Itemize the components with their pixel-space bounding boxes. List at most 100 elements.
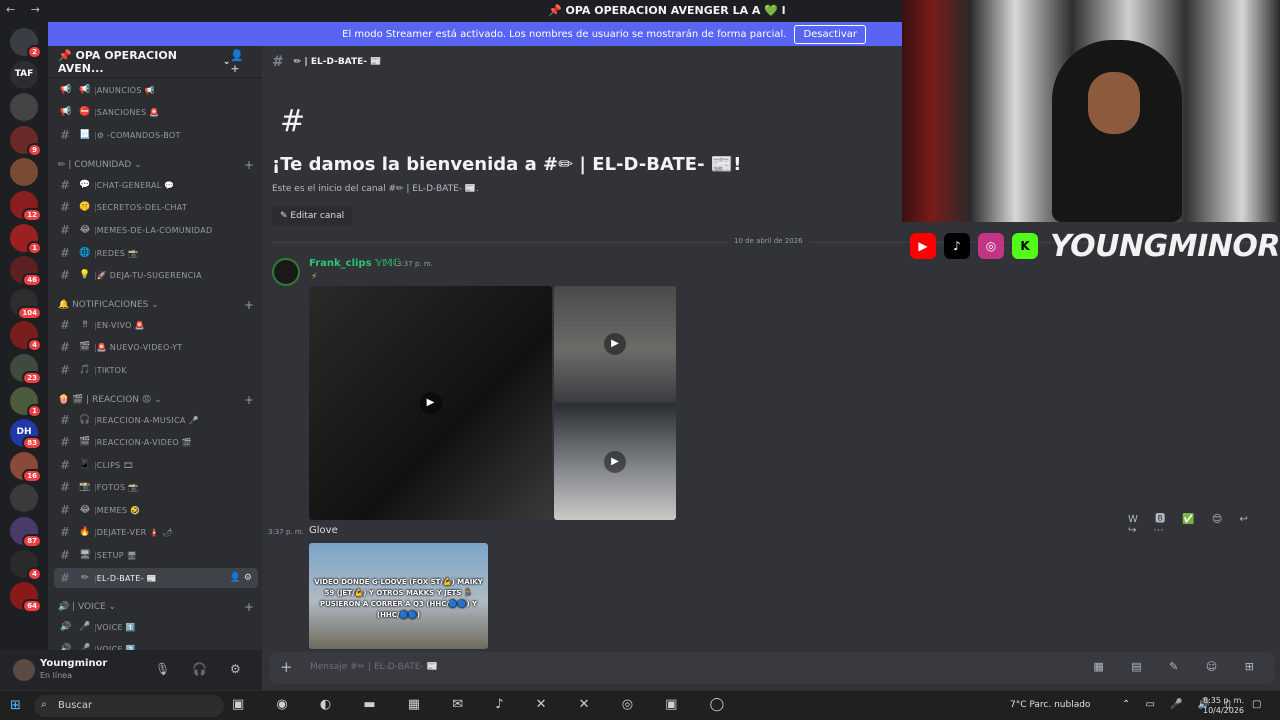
speaker-icon: 🔊 (60, 622, 72, 632)
sidebar-channel[interactable]: # 💬 | CHAT-GENERAL 💬 (54, 175, 258, 195)
server-icon[interactable]: 16 (10, 451, 42, 483)
mention-badge: 16 (22, 468, 42, 483)
channel-label: REACCION-A-VIDEO 🎬 (96, 437, 193, 447)
invite-icon[interactable]: 👤+ (230, 49, 252, 75)
server-icon[interactable] (10, 158, 38, 187)
server-icon[interactable]: TAF (10, 60, 38, 89)
sidebar-channel[interactable]: # 🎵 | TIKTOK (54, 360, 258, 380)
video-attachment[interactable]: ▶ (554, 286, 676, 402)
clock[interactable]: 8:35 p. m. 10/4/2026 (1203, 696, 1244, 716)
play-icon[interactable]: ▶ (419, 392, 442, 414)
mention-badge: 46 (22, 273, 42, 288)
video-attachment[interactable]: ▶ (554, 404, 676, 520)
add-channel-icon[interactable]: + (244, 158, 254, 172)
taskbar-apps[interactable]: ▣ ◉ ◐ ▬ ▦ ✉ ♪ ✕ ✕ ◎ ▣ ◯ (232, 697, 738, 712)
add-channel-icon[interactable]: + (244, 600, 254, 614)
sidebar-channel[interactable]: # 📃 | ⚙ -COMANDOS-BOT (54, 125, 258, 145)
sidebar-channel[interactable]: # ‼ | EN-VIVO 🚨 (54, 315, 258, 335)
server-icon[interactable]: 4 (10, 321, 42, 353)
server-icon[interactable]: 87 (10, 517, 42, 548)
channel-label: REACCION-A-MUSICA 🎤 (96, 415, 199, 425)
server-icon[interactable]: 12 (10, 191, 42, 222)
windows-start-icon[interactable]: ⊞ (10, 698, 21, 713)
avatar[interactable] (13, 659, 35, 681)
video-attachment[interactable]: VIDEO DONDE G-LOOVE (FOX ST/💪) MAIKY 59 … (309, 543, 488, 649)
channel-settings-icon[interactable]: 👤 ⚙ (230, 573, 252, 583)
taskbar-search[interactable]: ⌕ Buscar (34, 695, 224, 717)
gear-icon[interactable]: ⚙ (230, 662, 241, 676)
avatar[interactable] (272, 258, 300, 286)
server-icon[interactable]: 23 (10, 354, 42, 385)
sidebar-channel[interactable]: # 📱 | CLIPS 🎞 (54, 455, 258, 475)
play-icon[interactable]: ▶ (604, 451, 626, 473)
social-bar: ▶ ♪ ◎ K YOUNGMINOR (902, 224, 1280, 268)
sidebar-channel[interactable]: # 🔥 | DEJATE-VER 🧯 🌶 (54, 522, 258, 542)
sidebar-channel[interactable]: # 😂 | MEMES 🤣 (54, 500, 258, 520)
channel-label: TIKTOK (96, 365, 127, 375)
server-icon[interactable] (10, 484, 38, 513)
mention-badge: 2 (27, 45, 42, 59)
channel-category[interactable]: 🔊 | VOICE ⌄ + (58, 600, 254, 614)
composer-tools[interactable]: ▦ ▤ ✎ ☺ ⊞ (1093, 660, 1266, 673)
channel-label: ANUNCIOS 📢 (96, 85, 155, 95)
message-author[interactable]: Frank_clips 𝕐𝕄ℂ (309, 258, 400, 269)
server-icon[interactable]: 9 (10, 125, 42, 157)
microphone-icon[interactable]: 🎙 (155, 662, 170, 676)
deactivate-button[interactable]: Desactivar (794, 24, 866, 44)
sidebar-channel[interactable]: 📢 📢 | ANUNCIOS 📢 (54, 80, 258, 100)
message-timestamp: 3:37 p. m. (268, 528, 304, 536)
mention-badge: 87 (22, 534, 42, 548)
mention-badge: 64 (22, 599, 42, 614)
nav-arrows[interactable]: ← → (6, 3, 46, 16)
sidebar-channel[interactable]: # 🌐 | REDES 📸 (54, 243, 258, 263)
sidebar-channel[interactable]: # 😂 | MEMES-DE-LA-COMUNIDAD (54, 220, 258, 240)
edit-channel-button[interactable]: ✎ Editar canal (272, 206, 353, 226)
add-attachment-icon[interactable]: + (280, 658, 293, 676)
sidebar-channel[interactable]: # 🖥 | SETUP 🖥 (54, 545, 258, 565)
server-icon[interactable]: 1 (10, 386, 42, 418)
sidebar-channel[interactable]: # 🎧 | REACCION-A-MUSICA 🎤 (54, 410, 258, 430)
channel-category[interactable]: ✏ | COMUNIDAD ⌄ + (58, 158, 254, 172)
sidebar-channel[interactable]: 🔊 🎤 | VOICE 1️⃣ (54, 617, 258, 637)
video-attachment[interactable]: ▶ (309, 286, 552, 520)
sidebar-channel[interactable]: # 💡 | 🚀 DEJA-TU-SUGERENCIA (54, 265, 258, 285)
clock-time: 8:35 p. m. (1203, 696, 1245, 705)
server-icon[interactable]: 46 (10, 256, 42, 288)
sidebar-channel[interactable]: # 🎬 | 🚨 NUEVO-VIDEO-YT (54, 337, 258, 357)
mention-badge: 104 (17, 305, 42, 320)
channel-emoji-icon: ✏ (81, 573, 89, 583)
server-icon[interactable]: 2 (10, 28, 42, 59)
sidebar-channel[interactable]: # ✏ | EL-D-BATE- 📰 👤 ⚙ (54, 568, 258, 588)
server-icon[interactable]: 104 (10, 288, 42, 320)
sidebar-channel[interactable]: # 📸 | FOTOS 📸 (54, 477, 258, 497)
weather-widget[interactable]: 7°C Parc. nublado (1010, 700, 1090, 710)
headphones-icon[interactable]: 🎧 (192, 662, 207, 676)
taskbar-search-label: Buscar (58, 700, 93, 711)
server-icon[interactable]: 64 (10, 582, 42, 614)
mention-badge: 12 (22, 208, 42, 222)
sidebar-channel[interactable]: # 🎬 | REACCION-A-VIDEO 🎬 (54, 432, 258, 452)
channel-emoji-icon: 📸 (79, 482, 91, 492)
sidebar-channel[interactable]: # 🤫 | SECRETOS-DEL-CHAT (54, 197, 258, 217)
channel-label: DEJATE-VER 🧯 🌶 (96, 527, 173, 537)
server-icon[interactable]: DH 83 (10, 419, 42, 451)
hash-icon: # (60, 178, 71, 192)
channel-category[interactable]: 🔔 NOTIFICACIONES ⌄ + (58, 298, 254, 312)
channel-category[interactable]: 🍿 🎬 | REACCION 😡 ⌄ + (58, 393, 254, 407)
server-header[interactable]: 📌 OPA OPERACION AVEN... ⌄ 👤+ (48, 46, 262, 78)
add-channel-icon[interactable]: + (244, 298, 254, 312)
server-icon[interactable] (10, 93, 38, 122)
hash-icon: # (60, 480, 71, 494)
message-composer[interactable]: + Mensaje #✏ | EL-D-BATE- 📰 ▦ ▤ ✎ ☺ ⊞ (270, 652, 1274, 684)
server-icon[interactable]: 1 (10, 223, 42, 255)
sidebar-channel[interactable]: 📢 ⛔ | SANCIONES 🚨 (54, 102, 258, 122)
play-icon[interactable]: ▶ (604, 333, 626, 355)
sidebar-channel[interactable]: 🔊 🎤 | VOICE 2️⃣ (54, 639, 258, 650)
message-actions[interactable]: W 🅱 ✅ 😊 ↩ ↪ ⋯ (1128, 510, 1280, 536)
notification-icon[interactable]: ▢ (1252, 699, 1261, 710)
mention-badge: 4 (27, 338, 42, 353)
hash-icon: # (60, 503, 71, 517)
clock-date: 10/4/2026 (1203, 706, 1245, 715)
add-channel-icon[interactable]: + (244, 393, 254, 407)
server-icon[interactable]: 4 (10, 549, 42, 581)
